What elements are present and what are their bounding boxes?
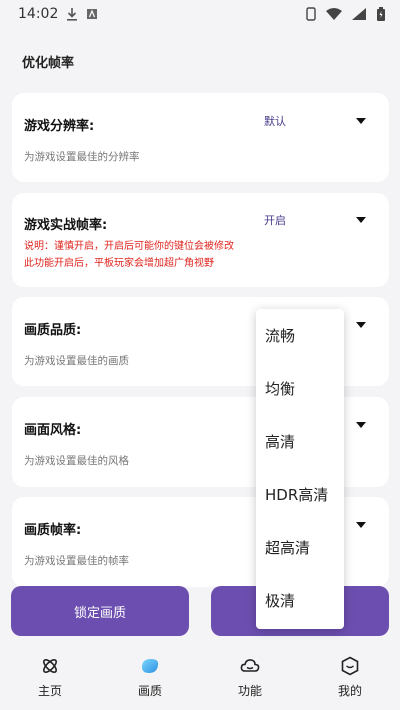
nav-item-home[interactable]: 主页	[5, 648, 95, 699]
card-desc: 为游戏设置最佳的风格	[24, 455, 129, 467]
card-title: 画质帧率:	[24, 523, 82, 538]
dropdown-option[interactable]: 超高清	[256, 521, 344, 574]
lock-quality-button[interactable]: 锁定画质	[11, 586, 189, 636]
dropdown-arrow-icon[interactable]	[356, 217, 366, 223]
atom-icon	[43, 659, 57, 673]
nav-label: 主页	[37, 684, 62, 698]
warning-text: 此功能开启后，平板玩家会增加超广角视野	[24, 258, 214, 269]
card-title: 游戏分辨率:	[24, 119, 95, 134]
dropdown-option[interactable]: 流畅	[256, 309, 344, 362]
cloud-icon	[240, 659, 260, 672]
battery-icon	[377, 7, 385, 21]
card-desc: 为游戏设置最佳的画质	[24, 355, 129, 367]
card-desc: 为游戏设置最佳的帧率	[24, 555, 129, 567]
dropdown-option[interactable]: 极清	[256, 574, 344, 627]
dropdown-arrow-icon[interactable]	[356, 522, 366, 528]
dropdown-arrow-icon[interactable]	[356, 118, 366, 124]
gem-icon	[142, 659, 159, 673]
nav-item-mine[interactable]: 我的	[305, 648, 395, 699]
dropdown-option[interactable]: 高清	[256, 415, 344, 468]
nav-item-features[interactable]: 功能	[205, 648, 295, 699]
warning-text: 说明：谨慎开启，开启后可能你的键位会被修改	[24, 241, 234, 252]
page-title: 优化帧率	[22, 56, 75, 71]
dropdown-arrow-icon[interactable]	[356, 322, 366, 328]
card-desc: 为游戏设置最佳的分辨率	[24, 151, 140, 163]
nav-item-quality[interactable]: 画质	[105, 648, 195, 699]
hexagon-face-icon	[341, 656, 359, 676]
card-value: 开启	[264, 214, 286, 227]
phone-icon	[306, 7, 316, 21]
card-title: 画质品质:	[24, 323, 82, 338]
resolution-card[interactable]: 游戏分辨率: 默认 为游戏设置最佳的分辨率	[12, 93, 389, 182]
battle-fps-card[interactable]: 游戏实战帧率: 开启 说明：谨慎开启，开启后可能你的键位会被修改 此功能开启后，…	[12, 193, 389, 287]
download-icon	[67, 8, 78, 21]
nav-label: 我的	[337, 684, 362, 698]
app-notification-icon	[87, 9, 98, 19]
signal-icon	[352, 8, 366, 20]
quality-dropdown-menu[interactable]: 流畅 均衡 高清 HDR高清 超高清 极清	[256, 309, 344, 629]
nav-label: 画质	[137, 684, 162, 698]
dropdown-arrow-icon[interactable]	[356, 422, 366, 428]
dropdown-option[interactable]: 均衡	[256, 362, 344, 415]
bottom-nav: 主页 画质 功能 我的	[0, 648, 400, 710]
dropdown-option[interactable]: HDR高清	[256, 468, 344, 521]
wifi-icon	[326, 8, 342, 20]
status-bar: 14:02	[0, 0, 400, 28]
card-value: 默认	[264, 115, 286, 128]
nav-label: 功能	[237, 684, 262, 698]
card-title: 画面风格:	[24, 423, 82, 438]
status-time: 14:02	[18, 6, 59, 22]
card-title: 游戏实战帧率:	[24, 218, 108, 233]
